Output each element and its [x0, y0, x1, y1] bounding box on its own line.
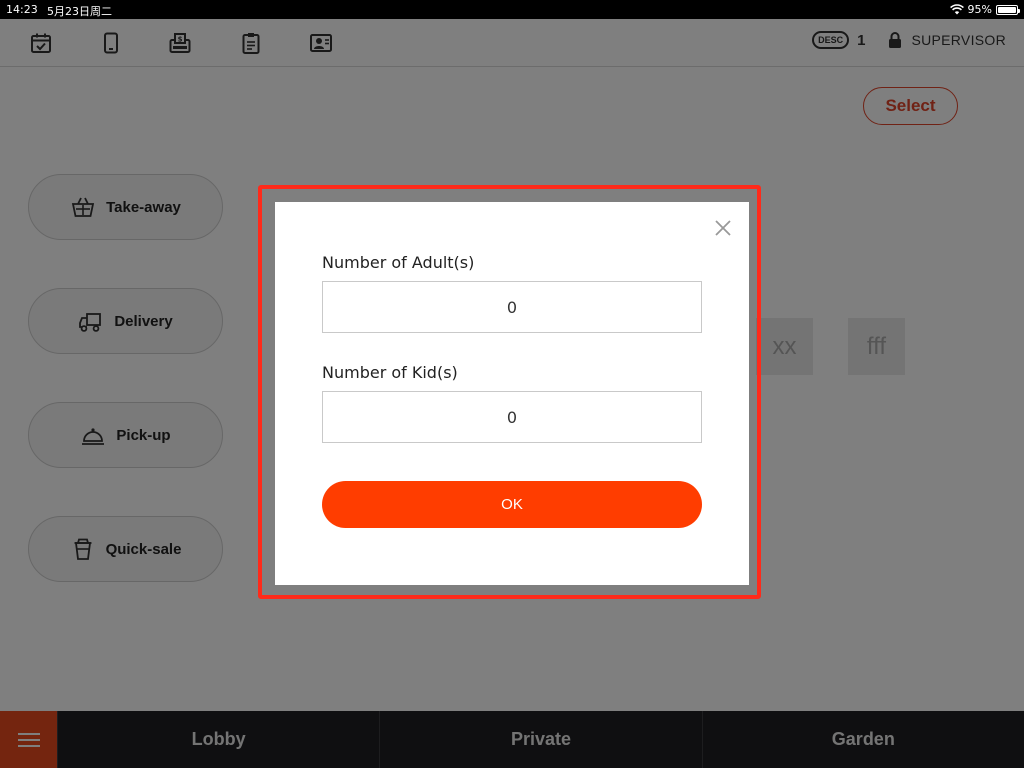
close-icon[interactable] — [714, 219, 732, 237]
wifi-icon — [949, 4, 964, 15]
status-right: 95% — [949, 3, 1020, 16]
ok-button[interactable]: OK — [322, 481, 702, 528]
battery-icon — [996, 4, 1020, 15]
adult-count-label: Number of Adult(s) — [322, 253, 475, 272]
adult-count-input[interactable] — [322, 281, 702, 333]
status-bar: 14:23 5月23日周二 95% — [0, 0, 1024, 19]
kid-count-input[interactable] — [322, 391, 702, 443]
status-date: 5月23日周二 — [47, 5, 112, 18]
battery-percent: 95% — [967, 3, 992, 16]
status-time: 14:23 — [6, 3, 38, 16]
kid-count-label: Number of Kid(s) — [322, 363, 458, 382]
guest-count-dialog: Number of Adult(s) Number of Kid(s) OK — [275, 202, 749, 585]
